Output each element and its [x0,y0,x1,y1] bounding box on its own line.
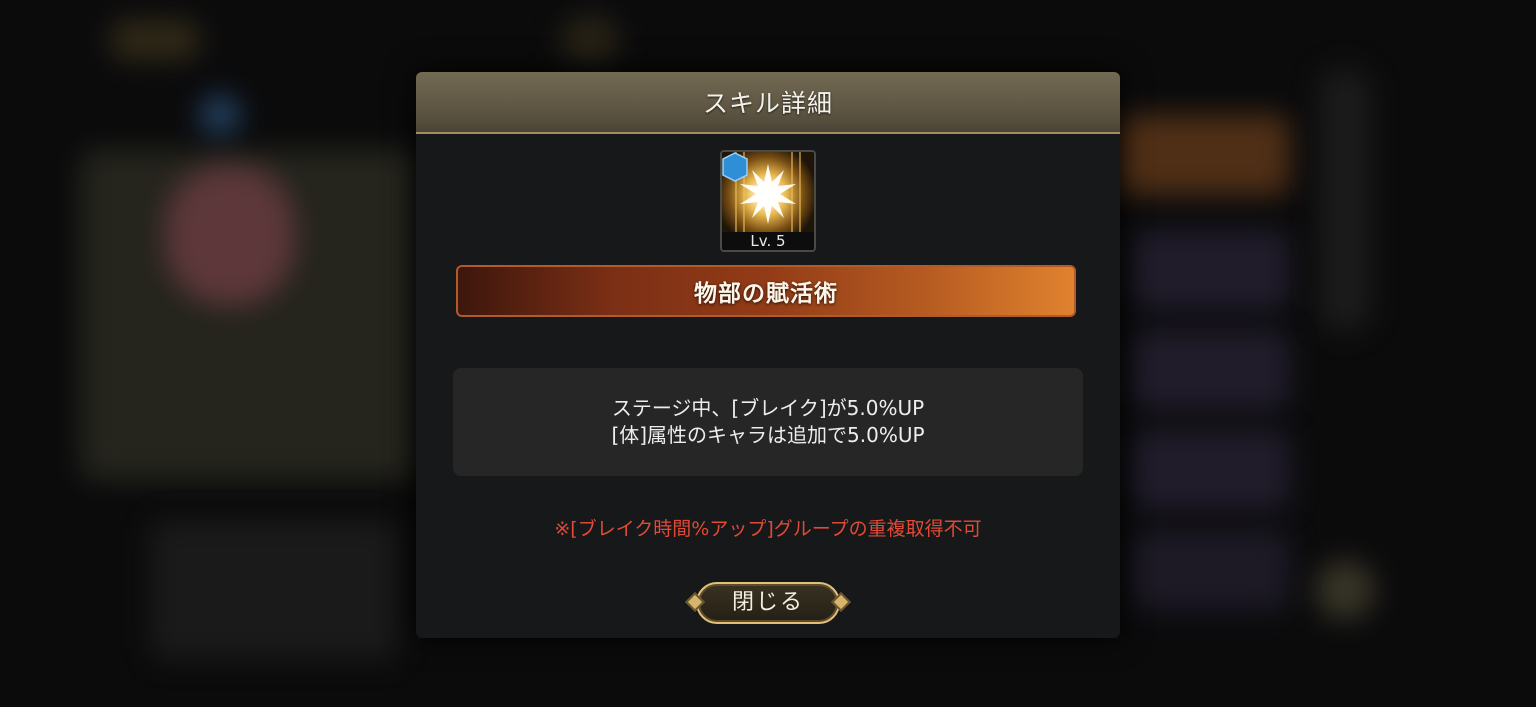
element-badge-icon [722,152,748,182]
dialog-header: スキル詳細 [416,72,1120,134]
skill-name: 物部の賦活術 [694,281,838,307]
close-button[interactable]: 閉じる [685,580,851,628]
description-line: [体]属性のキャラは追加で5.0%UP [611,423,925,447]
skill-description-box: ステージ中、[ブレイク]が5.0%UP [体]属性のキャラは追加で5.0%UP [453,368,1083,476]
stacking-warning: ※[ブレイク時間%アップ]グループの重複取得不可 [554,518,982,540]
burst-light-icon [722,152,814,234]
skill-name-banner: 物部の賦活術 [456,265,1076,317]
close-button-label: 閉じる [731,590,804,615]
skill-detail-dialog: スキル詳細 Lv. 5 物部の賦活術 ステージ中、[ブレイク]が5.0%UP [… [416,72,1120,638]
description-line: ステージ中、[ブレイク]が5.0%UP [611,396,925,420]
dialog-title: スキル詳細 [702,89,833,118]
skill-icon-frame: Lv. 5 [720,150,816,252]
skill-level: Lv. 5 [722,232,814,250]
